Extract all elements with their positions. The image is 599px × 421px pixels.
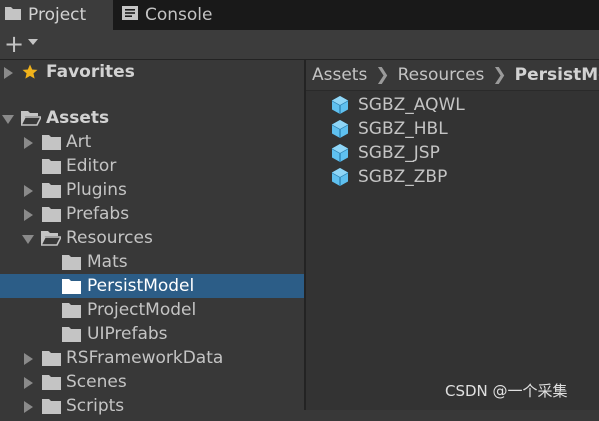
- tree-item-prefabs[interactable]: Prefabs: [0, 202, 304, 226]
- chevron-right-icon: ❯: [492, 65, 507, 85]
- project-toolbar: +: [0, 30, 599, 60]
- expand-arrow-icon[interactable]: [24, 377, 33, 389]
- breadcrumb-item[interactable]: Resources: [398, 60, 485, 90]
- asset-label: SGBZ_JSP: [358, 143, 440, 163]
- tab-bar: Project Console: [0, 0, 599, 30]
- tree-item-label: PersistModel: [87, 276, 195, 296]
- prefab-cube-icon: [330, 143, 350, 170]
- tree-item-mats[interactable]: Mats: [0, 250, 304, 274]
- tree-item-uiprefabs[interactable]: UIPrefabs: [0, 322, 304, 346]
- tree-item-label: Mats: [87, 252, 128, 272]
- tree-item-label: Favorites: [46, 62, 135, 82]
- tree-item-plugins[interactable]: Plugins: [0, 178, 304, 202]
- tree-item-rsframeworkdata[interactable]: RSFrameworkData: [0, 346, 304, 370]
- tree-item-projectmodel[interactable]: ProjectModel: [0, 298, 304, 322]
- expand-arrow-icon[interactable]: [24, 353, 33, 365]
- tab-project-label: Project: [28, 5, 87, 25]
- prefab-cube-icon: [330, 95, 350, 122]
- expand-arrow-icon[interactable]: [24, 401, 33, 413]
- tree-item-favorites[interactable]: Favorites: [0, 60, 304, 84]
- breadcrumb: Assets ❯ Resources ❯ PersistModel: [306, 60, 599, 91]
- folder-icon: [5, 5, 21, 25]
- asset-label: SGBZ_HBL: [358, 119, 448, 139]
- tree-item-editor[interactable]: Editor: [0, 154, 304, 178]
- tree-item-label: RSFrameworkData: [66, 348, 224, 368]
- tree-item-label: Resources: [66, 228, 153, 248]
- tab-project[interactable]: Project: [0, 0, 113, 30]
- asset-label: SGBZ_AQWL: [358, 95, 465, 115]
- tab-console-label: Console: [145, 5, 213, 25]
- tab-console[interactable]: Console: [117, 0, 247, 30]
- expand-arrow-icon[interactable]: [24, 137, 33, 149]
- tree-item-persistmodel[interactable]: PersistModel: [0, 274, 304, 298]
- tree-item-label: Prefabs: [66, 204, 130, 224]
- expand-arrow-icon[interactable]: [24, 185, 33, 197]
- tree-item-scenes[interactable]: Scenes: [0, 370, 304, 394]
- console-icon: [122, 5, 138, 25]
- tree-item-label: Scripts: [66, 396, 125, 416]
- folder-icon: [42, 397, 61, 421]
- collapse-arrow-icon[interactable]: [2, 115, 14, 124]
- expand-arrow-icon[interactable]: [4, 67, 13, 79]
- plus-icon[interactable]: +: [4, 32, 24, 56]
- project-folder-tree: Favorites Assets Art Editor Plugins Pref: [0, 60, 304, 416]
- asset-label: SGBZ_ZBP: [358, 167, 448, 187]
- tree-item-label: Assets: [46, 108, 110, 128]
- prefab-cube-icon: [330, 167, 350, 194]
- tree-item-label: Art: [66, 132, 92, 152]
- tree-item-art[interactable]: Art: [0, 130, 304, 154]
- tree-item-label: ProjectModel: [87, 300, 197, 320]
- tree-item-label: UIPrefabs: [87, 324, 168, 344]
- tree-item-assets[interactable]: Assets: [0, 106, 304, 130]
- tree-item-label: Editor: [66, 156, 117, 176]
- tree-item-label: Plugins: [66, 180, 127, 200]
- prefab-cube-icon: [330, 119, 350, 146]
- breadcrumb-item[interactable]: PersistModel: [515, 60, 599, 90]
- tree-item-resources[interactable]: Resources: [0, 226, 304, 250]
- asset-browser: Assets❯Resources❯PersistModel SGBZ_AQWL …: [306, 60, 599, 410]
- watermark: CSDN @一个采集: [445, 382, 568, 400]
- expand-arrow-icon[interactable]: [24, 209, 33, 221]
- caret-down-icon[interactable]: [28, 39, 38, 45]
- collapse-arrow-icon[interactable]: [22, 235, 34, 244]
- tree-item-scripts[interactable]: Scripts: [0, 394, 304, 418]
- breadcrumb-item[interactable]: Assets: [312, 60, 367, 90]
- star-icon: [21, 63, 39, 88]
- tree-item-label: Scenes: [66, 372, 127, 392]
- chevron-right-icon: ❯: [375, 65, 390, 85]
